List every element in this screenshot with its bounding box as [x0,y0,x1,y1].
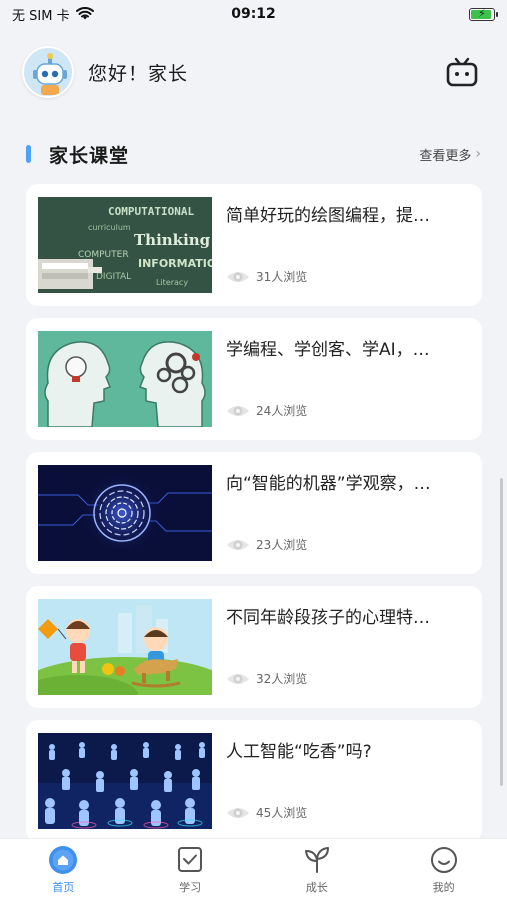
scrollbar[interactable] [500,478,503,786]
tv-icon[interactable] [445,55,479,89]
view-more-label: 查看更多 [419,148,472,164]
view-more-link[interactable]: 查看更多 › [419,145,481,164]
fingerprint-circuit-thumbnail [38,465,212,561]
eye-icon [227,539,249,550]
article-title: 人工智能“吃香”吗? [226,742,372,762]
tab-label: 成长 [305,880,328,894]
svg-text:Literacy: Literacy [156,278,188,287]
article-title: 向“智能的机器”学观察，… [226,474,431,494]
article-title: 简单好玩的绘图编程，提… [226,206,430,226]
user-info[interactable]: 您好！家长 [22,46,188,98]
tab-mine[interactable]: 我的 [394,845,494,895]
svg-text:COMPUTATIONAL: COMPUTATIONAL [108,205,194,218]
status-bar: 无 SIM 卡 09:12 ⚡ [0,0,507,28]
greeting-text: 您好！家长 [88,62,189,85]
eye-icon [227,673,249,684]
carrier-label: 无 SIM 卡 [12,8,70,24]
eye-icon [227,271,249,282]
tab-label: 学习 [179,880,202,894]
network-people-thumbnail [38,733,212,829]
article-card[interactable]: 学编程、学创客、学AI，… 24人浏览 [26,318,482,440]
header: 您好！家长 [22,42,479,102]
view-count: 23人浏览 [256,538,308,552]
svg-text:DIGITAL: DIGITAL [96,272,131,282]
home-icon [49,845,78,874]
smile-face-icon [430,846,457,873]
status-time: 09:12 [231,6,276,22]
view-count: 24人浏览 [256,404,308,418]
view-count: 31人浏览 [256,270,308,284]
article-card[interactable]: 人工智能“吃香”吗? 45人浏览 [26,720,482,842]
wifi-icon [75,7,94,20]
tab-label: 我的 [432,880,455,894]
article-card[interactable]: COMPUTATIONAL curriculum Thinking COMPUT… [26,184,482,306]
article-list: COMPUTATIONAL curriculum Thinking COMPUT… [26,184,482,854]
eye-icon [227,807,249,818]
article-title: 学编程、学创客、学AI，… [226,340,430,360]
view-count: 45人浏览 [256,806,308,820]
sprout-icon [304,846,329,873]
battery-charging-icon: ⚡ [469,7,498,21]
tab-growth[interactable]: 成长 [267,845,367,895]
view-count: 32人浏览 [256,672,308,686]
section-accent-bar [26,145,31,163]
svg-text:INFORMATION: INFORMATION [138,257,212,270]
study-check-icon [178,846,203,872]
kids-playing-thumbnail [38,599,212,695]
section-header: 家长课堂 查看更多 › [26,140,481,168]
tab-home[interactable]: 首页 [13,845,113,895]
svg-text:COMPUTER: COMPUTER [78,250,129,260]
tab-bar: 首页 学习 成长 我的 [0,838,507,900]
chevron-right-icon: › [475,146,481,162]
tab-study[interactable]: 学习 [140,845,240,895]
head-silhouettes-thumbnail [38,331,212,427]
svg-text:Thinking: Thinking [134,231,211,249]
article-title: 不同年龄段孩子的心理特… [226,608,430,628]
article-card[interactable]: 不同年龄段孩子的心理特… 32人浏览 [26,586,482,708]
tab-label: 首页 [52,880,75,894]
article-card[interactable]: 向“智能的机器”学观察，… 23人浏览 [26,452,482,574]
robot-avatar[interactable] [22,46,74,98]
svg-text:curriculum: curriculum [88,223,131,232]
section-title: 家长课堂 [49,144,130,167]
eye-icon [227,405,249,416]
computational-thinking-thumbnail: COMPUTATIONAL curriculum Thinking COMPUT… [38,197,212,293]
